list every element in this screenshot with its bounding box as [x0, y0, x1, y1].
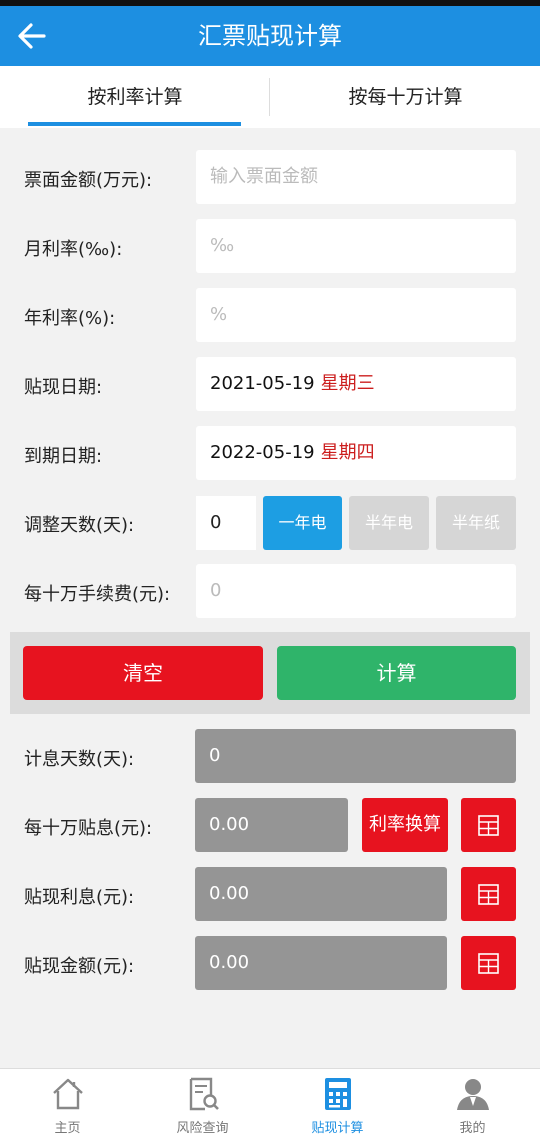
- preset-half-year-electronic[interactable]: 半年电: [349, 496, 429, 550]
- nav-home[interactable]: 主页: [0, 1069, 135, 1136]
- calculator-button-2[interactable]: [461, 867, 516, 921]
- calculator-button-1[interactable]: [461, 798, 516, 852]
- discount-weekday: 星期三: [320, 373, 375, 394]
- nav-profile[interactable]: 我的: [405, 1069, 540, 1136]
- active-tab-indicator: [28, 122, 241, 126]
- rate-convert-button[interactable]: 利率换算: [362, 798, 448, 852]
- discount-amount-output: 0.00: [195, 936, 447, 990]
- discount-amount-label: 贴现金额(元):: [24, 956, 135, 977]
- nav-risk-query[interactable]: 风险查询: [135, 1069, 270, 1136]
- discount-interest-label: 贴现利息(元):: [24, 887, 135, 908]
- clear-button[interactable]: 清空: [23, 646, 263, 700]
- preset-half-year-paper[interactable]: 半年纸: [436, 496, 516, 550]
- interest-per-100k-label: 每十万贴息(元):: [24, 818, 153, 839]
- interest-per-100k-output: 0.00: [195, 798, 348, 852]
- page-title: 汇票贴现计算: [198, 22, 342, 50]
- home-icon: [52, 1078, 83, 1110]
- face-amount-input[interactable]: 输入票面金额: [196, 150, 516, 204]
- bottom-nav: 主页 风险查询 贴现计算 我的: [0, 1068, 540, 1136]
- annual-rate-input[interactable]: %: [196, 288, 516, 342]
- calculate-button[interactable]: 计算: [277, 646, 516, 700]
- fee-input[interactable]: 0: [196, 564, 516, 618]
- due-date-label: 到期日期:: [24, 446, 103, 467]
- monthly-rate-input[interactable]: ‰: [196, 219, 516, 273]
- nav-discount-calc[interactable]: 贴现计算: [270, 1069, 405, 1136]
- tab-by-100k[interactable]: 按每十万计算: [271, 66, 540, 128]
- user-icon: [456, 1079, 489, 1110]
- calculator-icon: [478, 884, 499, 905]
- due-date-picker[interactable]: 2022-05-19 星期四: [196, 426, 516, 480]
- face-amount-label: 票面金额(万元):: [24, 170, 153, 191]
- discount-date-value: 2021-05-19: [210, 373, 315, 394]
- calculator-icon: [478, 953, 499, 974]
- monthly-rate-label: 月利率(‰):: [24, 239, 123, 260]
- due-weekday: 星期四: [320, 442, 375, 463]
- calculator-button-3[interactable]: [461, 936, 516, 990]
- interest-days-label: 计息天数(天):: [24, 749, 135, 770]
- document-search-icon: [189, 1077, 219, 1111]
- interest-days-output: 0: [195, 729, 516, 783]
- discount-date-picker[interactable]: 2021-05-19 星期三: [196, 357, 516, 411]
- adjust-days-input[interactable]: 0: [196, 496, 256, 550]
- calculator-icon: [324, 1078, 351, 1110]
- annual-rate-label: 年利率(%):: [24, 308, 116, 329]
- tab-divider: [269, 78, 270, 116]
- adjust-days-label: 调整天数(天):: [24, 515, 135, 536]
- preset-one-year-electronic[interactable]: 一年电: [263, 496, 342, 550]
- tab-bar: 按利率计算 按每十万计算: [0, 66, 540, 128]
- tab-by-rate[interactable]: 按利率计算: [0, 66, 270, 128]
- fee-label: 每十万手续费(元):: [24, 584, 171, 605]
- calculator-icon: [478, 815, 499, 836]
- discount-date-label: 贴现日期:: [24, 377, 103, 398]
- app-header: 汇票贴现计算: [0, 6, 540, 66]
- due-date-value: 2022-05-19: [210, 442, 315, 463]
- discount-interest-output: 0.00: [195, 867, 447, 921]
